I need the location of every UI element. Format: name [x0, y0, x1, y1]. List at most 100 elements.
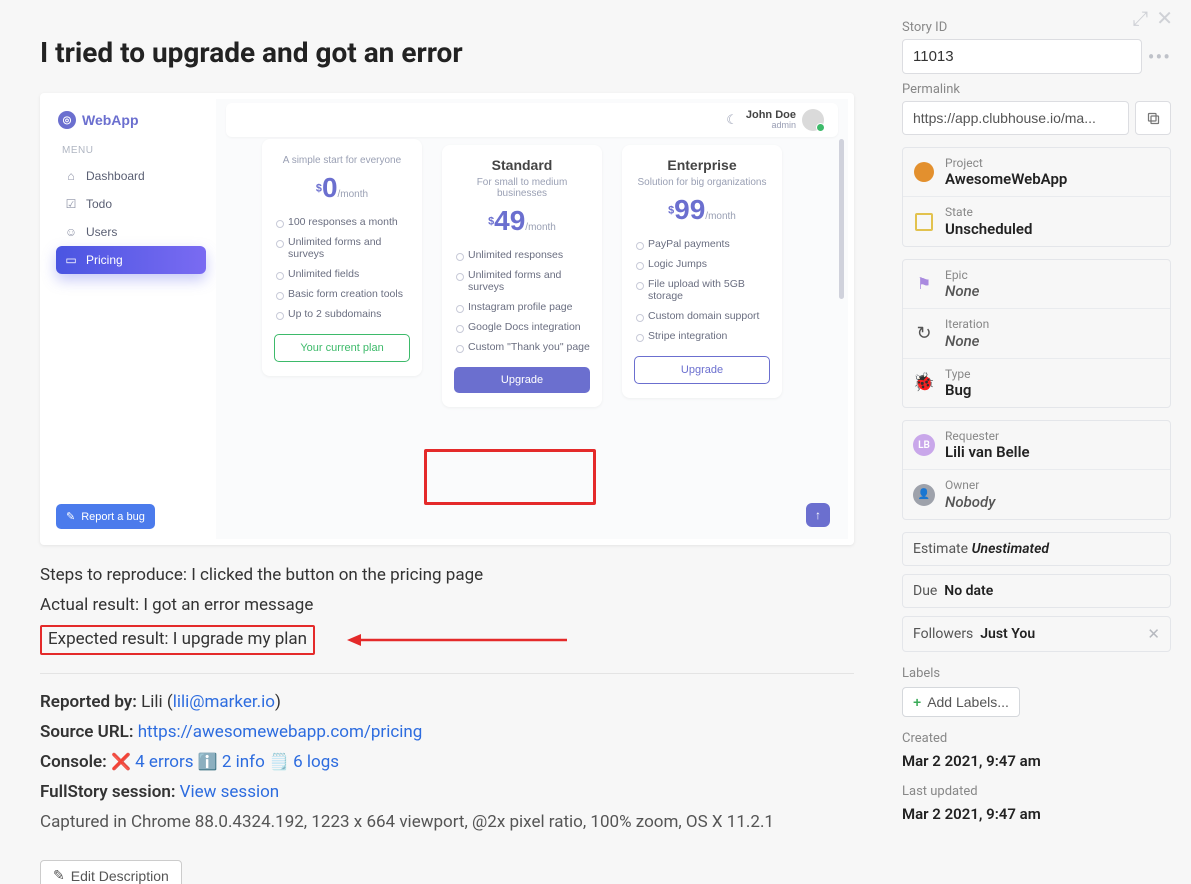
info-link[interactable]: 2 info	[222, 752, 265, 772]
feature: Unlimited forms and surveys	[274, 232, 410, 264]
plan-price: $0/month	[274, 174, 410, 202]
project-state-panel: ProjectAwesomeWebApp StateUnscheduled	[902, 147, 1171, 247]
feature: Google Docs integration	[454, 317, 590, 337]
current-plan-button[interactable]: Your current plan	[274, 334, 410, 362]
capture-info: Captured in Chrome 88.0.4324.192, 1223 x…	[40, 812, 854, 832]
errors-link[interactable]: 4 errors	[135, 752, 193, 772]
plan-features: Unlimited responses Unlimited forms and …	[454, 245, 590, 357]
field-value: AwesomeWebApp	[945, 170, 1067, 188]
nav-label: Pricing	[86, 253, 123, 267]
owner-row[interactable]: 👤 OwnerNobody	[903, 470, 1170, 518]
nav-users[interactable]: ☺ Users	[56, 218, 206, 246]
permalink-input[interactable]	[902, 101, 1129, 135]
home-icon: ⌂	[64, 169, 78, 183]
report-bug-button[interactable]: ✎ Report a bug	[56, 504, 155, 529]
plan-basic: A simple start for everyone $0/month 100…	[262, 139, 422, 376]
nav-pricing[interactable]: ▭ Pricing	[56, 246, 206, 274]
project-color-icon	[914, 162, 934, 182]
field-label: Project	[945, 156, 1067, 170]
requester-row[interactable]: LB RequesterLili van Belle	[903, 421, 1170, 470]
state-row[interactable]: StateUnscheduled	[903, 197, 1170, 245]
story-id-input[interactable]	[902, 39, 1142, 74]
app-content: ☾ John Doe admin A simple start for	[216, 99, 848, 539]
view-session-link[interactable]: View session	[180, 782, 280, 802]
reported-by: Reported by: Lili (lili@marker.io)	[40, 692, 854, 712]
pencil-icon: ✎	[66, 510, 75, 523]
steps-to-reproduce: Steps to reproduce: I clicked the button…	[40, 565, 854, 585]
followers-row[interactable]: Followers Just You ✕	[902, 616, 1171, 652]
feature: Unlimited fields	[274, 264, 410, 284]
iteration-row[interactable]: ↻ IterationNone	[903, 309, 1170, 358]
feature: Stripe integration	[634, 326, 770, 346]
plan-price: $49/month	[454, 207, 590, 235]
feature: Instagram profile page	[454, 297, 590, 317]
field-value: None	[945, 282, 979, 300]
type-row[interactable]: 🐞 TypeBug	[903, 359, 1170, 407]
nav-label: Users	[86, 225, 117, 239]
project-row[interactable]: ProjectAwesomeWebApp	[903, 148, 1170, 197]
estimate-row[interactable]: Estimate Unestimated	[902, 532, 1171, 566]
field-label: Requester	[945, 429, 1030, 443]
plan-tag: A simple start for everyone	[274, 155, 410, 166]
feature: Up to 2 subdomains	[274, 304, 410, 324]
fullstory-session: FullStory session: View session	[40, 782, 854, 802]
user-menu[interactable]: John Doe admin	[746, 109, 824, 131]
copy-permalink-button[interactable]	[1135, 101, 1171, 135]
edit-description-button[interactable]: ✎Edit Description	[40, 860, 182, 884]
field-label: Followers	[913, 626, 973, 642]
story-sidebar: ⤢ ✕ Story ID ••• Permalink ProjectAwesom…	[886, 0, 1191, 884]
dark-mode-icon[interactable]: ☾	[726, 112, 738, 128]
feature: Custom "Thank you" page	[454, 337, 590, 357]
card-icon: ▭	[64, 253, 78, 267]
add-labels-button[interactable]: +Add Labels...	[902, 687, 1020, 717]
feature: Logic Jumps	[634, 254, 770, 274]
plan-enterprise: Enterprise Solution for big organization…	[622, 145, 782, 398]
x-icon: ❌	[111, 752, 131, 771]
field-value: Unestimated	[972, 541, 1050, 557]
user-icon: ☺	[64, 225, 78, 239]
epic-row[interactable]: ⚑ EpicNone	[903, 260, 1170, 309]
plus-icon: +	[913, 694, 921, 710]
scrollbar[interactable]	[839, 139, 844, 519]
nav-label: Dashboard	[86, 169, 145, 183]
logs-link[interactable]: 6 logs	[293, 752, 339, 772]
feature: Unlimited forms and surveys	[454, 265, 590, 297]
field-value: Lili van Belle	[945, 443, 1030, 461]
feature: Basic form creation tools	[274, 284, 410, 304]
created-value: Mar 2 2021, 9:47 am	[902, 752, 1171, 770]
scroll-to-top-button[interactable]: ↑	[806, 503, 830, 527]
field-value: No date	[944, 583, 993, 599]
nav-todo[interactable]: ☑Todo	[56, 190, 206, 218]
reporter-email-link[interactable]: lili@marker.io	[173, 692, 275, 712]
updated-value: Mar 2 2021, 9:47 am	[902, 805, 1171, 823]
plan-tag: Solution for big organizations	[634, 177, 770, 188]
upgrade-button[interactable]: Upgrade	[634, 356, 770, 384]
created-label: Created	[902, 731, 1171, 746]
remove-follower-icon[interactable]: ✕	[1147, 625, 1160, 643]
nav-dashboard[interactable]: ⌂ Dashboard	[56, 162, 206, 190]
user-avatar	[802, 109, 824, 131]
menu-label: MENU	[62, 145, 206, 156]
report-bug-label: Report a bug	[81, 511, 145, 523]
console-metrics: Console: ❌ 4 errors ℹ️ 2 info 🗒️ 6 logs	[40, 752, 854, 772]
feature: Unlimited responses	[454, 245, 590, 265]
pencil-icon: ✎	[53, 867, 65, 884]
field-label: State	[945, 205, 1032, 219]
user-role: admin	[746, 121, 796, 130]
field-label: Due	[913, 583, 937, 599]
plan-tag: For small to medium businesses	[454, 177, 590, 199]
iteration-icon: ↻	[913, 322, 935, 344]
annotation-rectangle	[424, 449, 596, 505]
feature: File upload with 5GB storage	[634, 274, 770, 306]
expand-icon[interactable]: ⤢	[1132, 6, 1148, 30]
more-options-icon[interactable]: •••	[1148, 45, 1171, 69]
nav-label: Todo	[86, 197, 112, 211]
field-value: Nobody	[945, 493, 995, 511]
upgrade-button[interactable]: Upgrade	[454, 367, 590, 393]
requester-avatar: LB	[913, 434, 935, 456]
app-sidebar: ◎ WebApp MENU ⌂Dashboard ☑Todo ☺Users ▭P…	[46, 99, 216, 539]
due-row[interactable]: Due No date	[902, 574, 1171, 608]
source-url-link[interactable]: https://awesomewebapp.com/pricing	[138, 722, 423, 742]
feature: 100 responses a month	[274, 212, 410, 232]
close-icon[interactable]: ✕	[1156, 6, 1173, 30]
